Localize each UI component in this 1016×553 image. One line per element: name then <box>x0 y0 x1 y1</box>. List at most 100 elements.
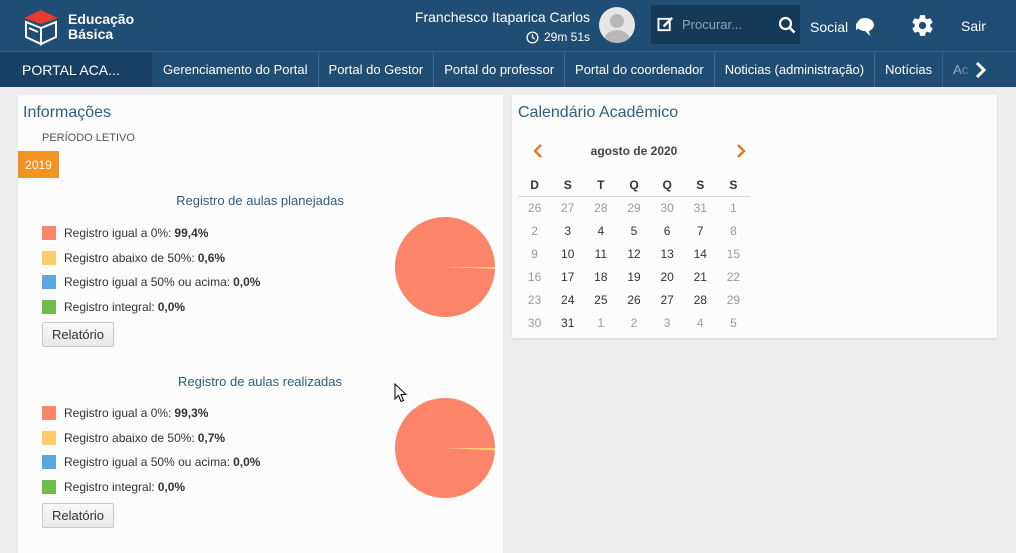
period-year-badge[interactable]: 2019 <box>18 151 59 178</box>
calendar-day[interactable]: 20 <box>651 266 684 289</box>
social-chat-icon <box>856 18 875 36</box>
calendar-prev-button[interactable] <box>528 141 548 161</box>
calendar-day[interactable]: 11 <box>584 243 617 266</box>
done-report-button[interactable]: Relatório <box>42 503 114 528</box>
legend-item: Registro igual a 50% ou acima: 0,0% <box>42 270 260 295</box>
calendar-day[interactable]: 15 <box>717 243 750 266</box>
calendar-day[interactable]: 5 <box>717 312 750 335</box>
weekday-header: S <box>683 178 717 197</box>
search-box <box>651 5 800 44</box>
calendar-day[interactable]: 3 <box>651 312 684 335</box>
calendar-day[interactable]: 21 <box>684 266 717 289</box>
logo[interactable]: Educação Básica <box>22 8 134 46</box>
calendar-day[interactable]: 7 <box>684 220 717 243</box>
calendar-day[interactable]: 1 <box>717 197 750 220</box>
calendar-day[interactable]: 31 <box>684 197 717 220</box>
calendar-next-button[interactable] <box>731 141 751 161</box>
calendar-day[interactable]: 29 <box>717 289 750 312</box>
nav-scroll-right[interactable] <box>933 52 1016 87</box>
calendar-day[interactable]: 9 <box>518 243 551 266</box>
legend-swatch <box>42 430 56 445</box>
calendar-header: agosto de 2020 <box>518 141 750 161</box>
calendar-week: 2345678 <box>518 220 750 243</box>
nav-portal-professor[interactable]: Portal do professor <box>434 52 566 87</box>
legend-swatch <box>42 479 56 494</box>
calendar-day[interactable]: 2 <box>617 312 650 335</box>
pie-slice <box>395 217 495 317</box>
session-timer: 29m 51s <box>415 30 590 44</box>
calendar-day[interactable]: 3 <box>551 220 584 243</box>
nav-portal-coordenador[interactable]: Portal do coordenador <box>565 52 715 87</box>
calendar-day[interactable]: 19 <box>617 266 650 289</box>
calendar-day[interactable]: 28 <box>684 289 717 312</box>
top-bar: Educação Básica Franchesco Itaparica Car… <box>0 0 1016 51</box>
calendar-day[interactable]: 18 <box>584 266 617 289</box>
weekday-header: D <box>518 178 552 197</box>
chevron-left-icon <box>533 144 542 158</box>
social-label: Social <box>810 19 849 35</box>
weekday-header: T <box>584 178 618 197</box>
calendar-day[interactable]: 4 <box>584 220 617 243</box>
calendar-day[interactable]: 1 <box>584 312 617 335</box>
calendar-week: 26 27 28 29 30 31 1 <box>518 197 750 220</box>
calendar-day[interactable]: 22 <box>717 266 750 289</box>
logout-button[interactable]: Sair <box>961 18 986 34</box>
legend-item: Registro abaixo de 50%: 0,6% <box>42 246 260 271</box>
legend-value: 0,0% <box>157 299 186 314</box>
calendar-day[interactable]: 23 <box>518 289 551 312</box>
calendar-day[interactable]: 27 <box>651 289 684 312</box>
calendar-day[interactable]: 17 <box>551 266 584 289</box>
legend-swatch <box>42 406 56 421</box>
social-button[interactable]: Social <box>810 17 876 37</box>
calendar-day[interactable]: 6 <box>651 220 684 243</box>
info-panel-title: Informações <box>23 104 112 121</box>
calendar-day[interactable]: 2 <box>518 220 551 243</box>
legend-label: Registro integral: <box>64 479 155 494</box>
calendar-week: 9 10 11 12 13 14 15 <box>518 243 750 266</box>
calendar-day[interactable]: 4 <box>684 312 717 335</box>
logo-text: Educação Básica <box>68 12 134 42</box>
logo-line-2: Básica <box>68 26 114 42</box>
nav-portal-gestor[interactable]: Portal do Gestor <box>319 52 435 87</box>
calendar-day[interactable]: 25 <box>584 289 617 312</box>
settings-gear-icon[interactable] <box>910 13 935 38</box>
legend-value: 99,4% <box>174 226 209 241</box>
legend-swatch <box>42 250 56 265</box>
calendar-day[interactable]: 31 <box>551 312 584 335</box>
planned-report-button[interactable]: Relatório <box>42 322 114 347</box>
done-pie-chart <box>395 398 495 498</box>
legend-value: 0,0% <box>233 275 261 290</box>
legend-label: Registro igual a 0%: <box>64 226 172 241</box>
calendar-day[interactable]: 8 <box>717 220 750 243</box>
calendar-day[interactable]: 14 <box>684 243 717 266</box>
calendar-day[interactable]: 10 <box>551 243 584 266</box>
calendar-week: 30 31 1 2 3 4 5 <box>518 312 750 335</box>
legend-label: Registro integral: <box>64 299 155 314</box>
edit-icon[interactable] <box>657 16 674 33</box>
legend-value: 99,3% <box>174 406 209 421</box>
calendar-day[interactable]: 5 <box>617 220 650 243</box>
calendar-day[interactable]: 28 <box>584 197 617 220</box>
calendar-day[interactable]: 30 <box>518 312 551 335</box>
legend-value: 0,0% <box>233 455 261 470</box>
calendar-day[interactable]: 16 <box>518 266 551 289</box>
search-input[interactable] <box>682 17 772 32</box>
calendar-grid: DSTQQSS 26 27 28 29 30 31 1 2 3 4 5 6 7 8 9 10 11 12 13 14 1… <box>518 178 750 335</box>
calendar-day[interactable]: 29 <box>617 197 650 220</box>
calendar-day[interactable]: 26 <box>617 289 650 312</box>
calendar-day[interactable]: 27 <box>551 197 584 220</box>
nav-noticias-administracao[interactable]: Noticias (administração) <box>715 52 876 87</box>
calendar-day[interactable]: 13 <box>651 243 684 266</box>
nav-portal-academico[interactable]: PORTAL ACA... <box>0 52 152 87</box>
nav-gerenciamento-portal[interactable]: Gerenciamento do Portal <box>152 52 319 87</box>
avatar[interactable] <box>599 7 635 43</box>
legend-value: 0,0% <box>157 479 186 494</box>
legend-item: Registro integral: 0,0% <box>42 475 260 500</box>
search-icon[interactable] <box>778 16 796 34</box>
legend-swatch <box>42 226 56 241</box>
weekday-header: Q <box>617 178 651 197</box>
calendar-day[interactable]: 24 <box>551 289 584 312</box>
calendar-day[interactable]: 12 <box>617 243 650 266</box>
calendar-day[interactable]: 30 <box>651 197 684 220</box>
calendar-day[interactable]: 26 <box>518 197 551 220</box>
